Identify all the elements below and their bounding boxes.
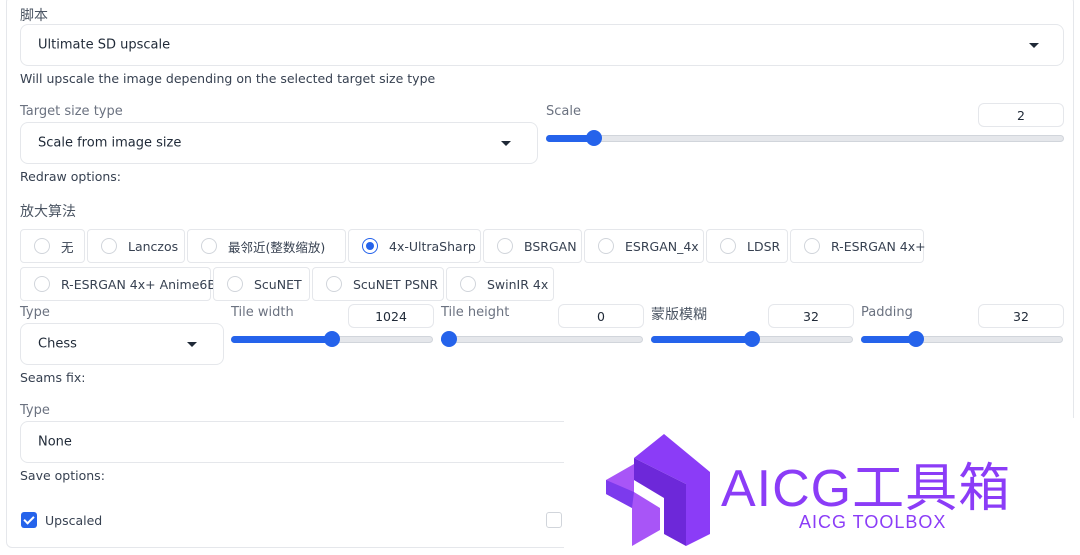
tile-width-slider[interactable] <box>231 331 433 347</box>
script-dropdown[interactable]: Ultimate SD upscale <box>20 24 1064 66</box>
radio-circle-icon[interactable] <box>34 276 50 292</box>
upscaler-option-label: R-ESRGAN 4x+ Anime6B <box>61 276 216 292</box>
slider-thumb[interactable] <box>907 331 924 347</box>
tile-height-input[interactable]: 0 <box>558 304 644 328</box>
upscaler-option[interactable]: 无 <box>20 229 85 263</box>
seams-type-value: None <box>38 434 72 450</box>
slider-fill <box>651 336 752 343</box>
upscaler-option[interactable]: 最邻近(整数缩放) <box>187 229 346 263</box>
seams-type-label: Type <box>20 403 50 418</box>
upscaler-option-label: SwinIR 4x <box>487 276 549 292</box>
padding-slider[interactable] <box>861 331 1063 347</box>
upscaled-checkbox[interactable] <box>21 512 37 528</box>
redraw-options-label: Redraw options: <box>20 169 121 184</box>
scale-label: Scale <box>546 104 581 119</box>
script-description: Will upscale the image depending on the … <box>20 71 436 86</box>
aicg-logo-icon <box>606 434 710 546</box>
chevron-down-icon <box>501 141 511 146</box>
upscaler-option-label: 4x-UltraSharp <box>389 238 476 254</box>
upscaler-option-label: ScuNET <box>254 276 302 292</box>
type-label: Type <box>20 305 50 320</box>
upscaler-option[interactable]: Lanczos <box>87 229 185 263</box>
radio-circle-icon[interactable] <box>598 238 614 254</box>
scale-slider[interactable] <box>546 130 1064 146</box>
target-size-label: Target size type <box>20 104 123 119</box>
upscaler-option[interactable]: BSRGAN <box>483 229 582 263</box>
radio-circle-icon[interactable] <box>201 238 217 254</box>
mask-blur-input[interactable]: 32 <box>768 304 854 328</box>
padding-input[interactable]: 32 <box>978 304 1064 328</box>
upscaled-checkbox-label: Upscaled <box>45 513 103 528</box>
slider-track <box>441 336 643 343</box>
watermark-title: AICG工具箱 <box>721 460 1012 518</box>
save-option-checkbox[interactable] <box>546 512 562 528</box>
watermark-subtitle: AICG TOOLBOX <box>799 512 947 532</box>
upscaler-option[interactable]: 4x-UltraSharp <box>348 229 481 263</box>
upscaler-option[interactable]: R-ESRGAN 4x+ <box>790 229 926 263</box>
upscaler-option[interactable]: LDSR <box>706 229 788 263</box>
radio-circle-icon[interactable] <box>720 238 736 254</box>
slider-track <box>546 135 1064 142</box>
slider-thumb[interactable] <box>586 130 603 146</box>
upscaler-option[interactable]: SwinIR 4x <box>446 267 554 301</box>
upscaler-option[interactable]: R-ESRGAN 4x+ Anime6B <box>20 267 216 301</box>
save-options-label: Save options: <box>20 468 105 483</box>
radio-circle-icon[interactable] <box>101 238 117 254</box>
upscaler-option-label: BSRGAN <box>524 238 577 254</box>
tile-height-slider[interactable] <box>441 331 643 347</box>
upscaler-option-label: R-ESRGAN 4x+ <box>831 238 926 254</box>
upscaler-option[interactable]: ScuNET PSNR <box>312 267 444 301</box>
type-dropdown[interactable]: Chess <box>20 323 224 365</box>
radio-circle-icon[interactable] <box>34 238 50 254</box>
target-size-value: Scale from image size <box>38 135 182 151</box>
upscaler-option-label: 无 <box>61 239 74 255</box>
slider-thumb[interactable] <box>441 331 457 347</box>
radio-circle-icon[interactable] <box>326 276 342 292</box>
scale-input[interactable]: 2 <box>978 103 1064 127</box>
type-dropdown-value: Chess <box>38 336 77 352</box>
radio-circle-icon[interactable] <box>497 238 513 254</box>
upscaler-option-label: ScuNET PSNR <box>353 276 439 292</box>
radio-circle-icon[interactable] <box>227 276 243 292</box>
radio-circle-icon[interactable] <box>362 238 378 254</box>
tile-height-label: Tile height <box>441 305 510 320</box>
mask-blur-label: 蒙版模糊 <box>651 307 707 323</box>
script-label: 脚本 <box>20 8 48 24</box>
upscaler-option-label: 最邻近(整数缩放) <box>228 239 326 255</box>
slider-thumb[interactable] <box>324 331 340 347</box>
upscaler-label: 放大算法 <box>20 204 76 220</box>
tile-width-label: Tile width <box>231 305 294 320</box>
mask-blur-slider[interactable] <box>651 331 853 347</box>
chevron-down-icon <box>1029 43 1039 48</box>
radio-circle-icon[interactable] <box>460 276 476 292</box>
tile-width-input[interactable]: 1024 <box>348 304 434 328</box>
upscaler-option[interactable]: ScuNET <box>213 267 310 301</box>
script-dropdown-value: Ultimate SD upscale <box>38 37 171 53</box>
upscaler-option-label: Lanczos <box>128 238 179 254</box>
radio-circle-icon[interactable] <box>804 238 820 254</box>
padding-label: Padding <box>861 305 913 320</box>
seams-fix-label: Seams fix: <box>20 370 86 385</box>
slider-thumb[interactable] <box>744 331 760 347</box>
upscaler-option[interactable]: ESRGAN_4x <box>584 229 704 263</box>
target-size-dropdown[interactable]: Scale from image size <box>20 122 538 164</box>
chevron-down-icon <box>187 342 197 347</box>
slider-fill <box>231 336 332 343</box>
upscaler-option-label: LDSR <box>747 238 781 254</box>
upscaler-option-label: ESRGAN_4x <box>625 238 699 254</box>
